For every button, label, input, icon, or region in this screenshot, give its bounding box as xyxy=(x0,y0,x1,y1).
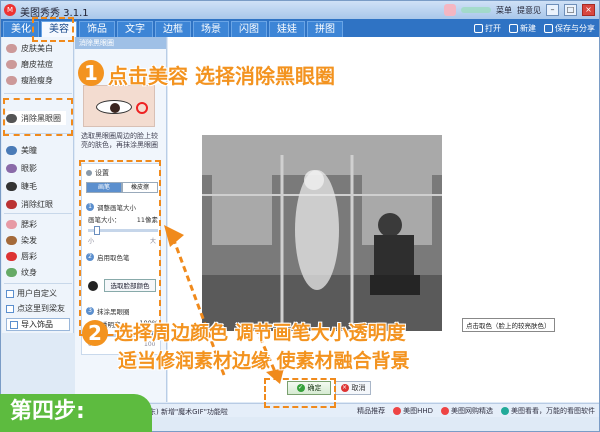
maximize-button[interactable]: □ xyxy=(564,4,577,16)
user-avatar-icon[interactable] xyxy=(444,4,456,16)
sidebar-divider xyxy=(4,283,72,284)
import-button[interactable]: 导入饰品 xyxy=(6,318,70,331)
lips-icon xyxy=(6,251,17,261)
app-icon xyxy=(441,407,449,415)
sidebar-item-eyeshadow[interactable]: 眼影 xyxy=(6,161,37,175)
tool-description: 选取黑眼圈周边的脸上较亮的肤色，再抹涂黑眼圈 xyxy=(81,132,158,149)
sidebar-item-iris[interactable]: 美瞳 xyxy=(6,143,37,157)
save-share-button[interactable]: 保存与分享 xyxy=(544,23,595,34)
sidebar-item-slimming[interactable]: 瘦脸瘦身 xyxy=(6,73,53,87)
open-button[interactable]: 打开 xyxy=(474,23,501,34)
step-badge-2: 2 xyxy=(82,320,108,346)
toolbar-right: 打开 新建 保存与分享 xyxy=(474,20,595,36)
folder-icon xyxy=(474,23,483,33)
app-icon xyxy=(393,407,402,415)
tab-3[interactable]: 文字 xyxy=(117,21,153,37)
instruction-text-2b: 适当修润素材边缘 使素材融合背景 xyxy=(118,350,410,372)
minimize-button[interactable]: – xyxy=(546,4,559,16)
status-news[interactable]: 东) 新增"魔术GIF"功能啦 xyxy=(149,407,228,417)
status-link-shop[interactable]: 美图网购精选 xyxy=(441,406,493,416)
eye-icon xyxy=(6,163,17,173)
hair-icon xyxy=(6,235,17,245)
face-icon xyxy=(6,43,17,53)
face-icon xyxy=(6,219,17,229)
color-pick-tooltip: 点击取色（脸上的较亮肤色） xyxy=(462,318,555,332)
status-link-hhd[interactable]: 美图HHD xyxy=(393,406,433,416)
highlight-beauty-tab xyxy=(32,17,74,42)
sidebar-item-blemish[interactable]: 磨皮祛痘 xyxy=(6,57,53,71)
tab-2[interactable]: 饰品 xyxy=(79,21,115,37)
panel-header: 消除黑眼圈 xyxy=(75,37,166,49)
tab-5[interactable]: 场景 xyxy=(193,21,229,37)
sidebar: 皮肤美白 磨皮祛痘 瘦脸瘦身 消除黑眼圈 美瞳 眼影 睫毛 消除红眼 腮彩 染发… xyxy=(2,37,74,333)
pupil xyxy=(110,103,120,113)
feedback-link[interactable]: 提意见 xyxy=(517,5,541,16)
tattoo-icon xyxy=(6,267,17,277)
tab-6[interactable]: 闪图 xyxy=(231,21,267,37)
close-button[interactable]: × xyxy=(582,4,595,16)
tab-8[interactable]: 拼图 xyxy=(307,21,343,37)
step-badge-1: 1 xyxy=(78,60,104,86)
sidebar-divider xyxy=(4,93,72,94)
status-link-recommend[interactable]: 精品推荐 xyxy=(357,406,385,416)
sidebar-item-lipstick[interactable]: 唇彩 xyxy=(6,249,37,263)
eye-icon xyxy=(6,199,17,209)
title-bar-right: 菜单 提意见 – □ × xyxy=(444,3,595,17)
step-banner: 第四步: xyxy=(0,394,152,432)
cancel-icon: × xyxy=(340,384,349,392)
red-circle-marker xyxy=(136,102,148,114)
checkbox-icon xyxy=(6,289,14,298)
sidebar-divider xyxy=(4,213,72,214)
new-button[interactable]: 新建 xyxy=(509,23,536,34)
tab-4[interactable]: 边框 xyxy=(155,21,191,37)
import-icon xyxy=(10,320,18,329)
face-icon xyxy=(6,59,17,69)
eye-illustration xyxy=(96,100,132,114)
highlight-settings-panel xyxy=(79,160,161,336)
edited-photo[interactable] xyxy=(202,135,442,331)
title-bar: M 美图秀秀 3.1.1 菜单 提意见 – □ × xyxy=(1,1,599,19)
status-link-viewer[interactable]: 美图看看，万能的看图软件 xyxy=(501,406,595,416)
app-icon xyxy=(501,407,509,415)
face-icon xyxy=(6,75,17,85)
eyelash-icon xyxy=(6,181,17,191)
status-links: 精品推荐 美图HHD 美图网购精选 美图看看，万能的看图软件 xyxy=(357,406,595,416)
app-logo-icon: M xyxy=(4,4,16,16)
highlight-dark-circles-item xyxy=(3,98,73,136)
tab-7[interactable]: 娃娃 xyxy=(269,21,305,37)
save-icon xyxy=(544,23,553,33)
sidebar-item-skin-whitening[interactable]: 皮肤美白 xyxy=(6,41,53,55)
more-link[interactable]: 点这里到梁友 xyxy=(6,302,65,315)
checkbox-icon xyxy=(6,304,14,313)
sidebar-item-red-eye[interactable]: 消除红眼 xyxy=(6,197,53,211)
sidebar-item-tattoo[interactable]: 纹身 xyxy=(6,265,37,279)
cancel-button[interactable]: × 取消 xyxy=(335,381,371,395)
sidebar-item-eyelash[interactable]: 睫毛 xyxy=(6,179,37,193)
instruction-text-2a: 选择周边颜色 调节画笔大小透明度 xyxy=(114,322,406,344)
username-blurred[interactable] xyxy=(461,7,491,13)
sidebar-item-blush[interactable]: 腮彩 xyxy=(6,217,37,231)
eye-icon xyxy=(6,145,17,155)
sidebar-item-hair-dye[interactable]: 染发 xyxy=(6,233,37,247)
preview-image xyxy=(83,85,155,127)
plus-icon xyxy=(509,23,518,33)
menu-link[interactable]: 菜单 xyxy=(496,5,512,16)
subway-photo-illustration xyxy=(202,135,442,331)
custom-link[interactable]: 用户自定义 xyxy=(6,287,57,300)
instruction-text-1: 点击美容 选择消除黑眼圈 xyxy=(108,64,335,88)
main-tab-bar: 美化 美容 饰品 文字 边框 场景 闪图 娃娃 拼图 打开 新建 保存与分享 xyxy=(1,19,599,37)
